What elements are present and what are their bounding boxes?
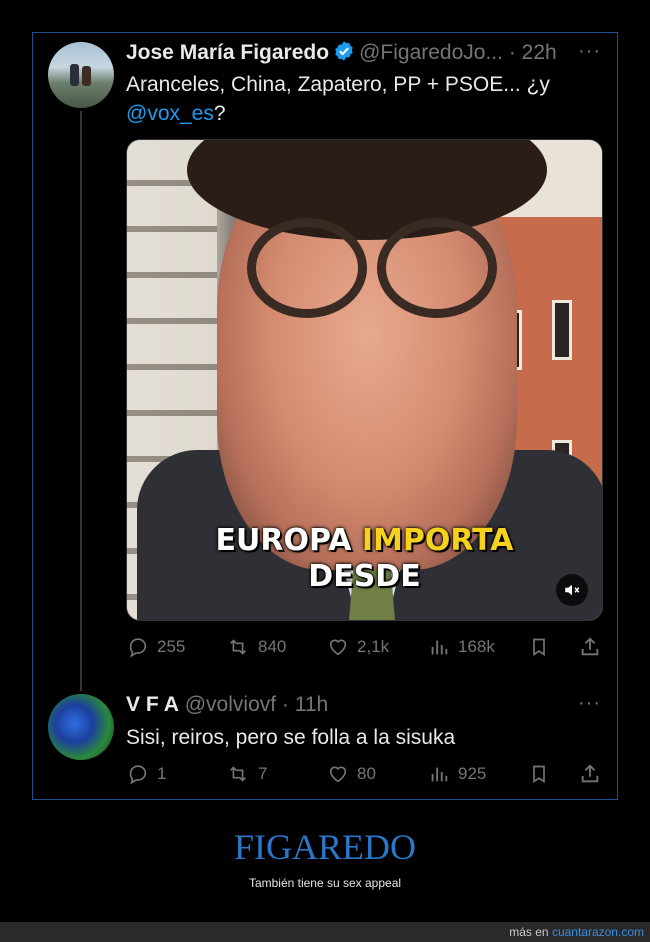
bookmark-icon[interactable] xyxy=(529,763,549,785)
post-subtitle: También tiene su sex appeal xyxy=(248,876,402,890)
views-chart-icon xyxy=(428,763,450,785)
retweet-count: 7 xyxy=(258,764,268,783)
building-window xyxy=(552,300,572,360)
views-button[interactable]: 925 xyxy=(428,763,486,785)
retweet-button[interactable]: 840 xyxy=(226,636,286,658)
heart-icon xyxy=(327,763,349,785)
tweet-text: Aranceles, China, Zapatero, PP + PSOE...… xyxy=(126,70,586,128)
reply-author-name[interactable]: V F A xyxy=(126,693,179,716)
reply-icon xyxy=(127,636,149,658)
source-link[interactable]: cuantarazon.com xyxy=(552,925,644,939)
reply-time[interactable]: · 11h xyxy=(282,693,328,716)
retweet-icon xyxy=(226,636,250,658)
like-count: 80 xyxy=(357,764,376,783)
tweet-text-end: ? xyxy=(213,102,226,125)
more-options-icon[interactable]: ··· xyxy=(578,40,601,63)
source-bar: más en cuantarazon.com xyxy=(0,922,650,942)
views-count: 925 xyxy=(458,764,487,783)
retweet-count: 840 xyxy=(258,637,287,656)
reply-header: V F A @volviovf · 11h xyxy=(126,693,328,717)
like-button[interactable]: 80 xyxy=(327,763,376,785)
avatar-figure xyxy=(70,64,79,86)
like-button[interactable]: 2,1k xyxy=(327,636,389,658)
reply-count: 1 xyxy=(157,764,167,783)
author-avatar[interactable] xyxy=(48,42,114,108)
thread-connector-line xyxy=(80,111,82,691)
video-person-hair xyxy=(187,140,547,240)
author-name[interactable]: Jose María Figaredo xyxy=(126,41,329,64)
source-attribution: más en cuantarazon.com xyxy=(509,925,644,939)
retweet-button[interactable]: 7 xyxy=(226,763,267,785)
verified-badge-icon xyxy=(333,40,355,68)
views-button[interactable]: 168k xyxy=(428,636,495,658)
views-chart-icon xyxy=(428,636,450,658)
tweet-header: Jose María Figaredo @FigaredoJo... · 22h xyxy=(126,40,557,68)
reply-text: Sisi, reiros, pero se folla a la sisuka xyxy=(126,726,456,749)
share-icon[interactable] xyxy=(579,636,601,658)
tweet-video[interactable]: EUROPA IMPORTA DESDE xyxy=(126,139,603,621)
caption-highlight-word: IMPORTA xyxy=(361,523,514,558)
bookmark-icon[interactable] xyxy=(529,636,549,658)
mute-icon[interactable] xyxy=(556,574,588,606)
reply-author-avatar[interactable] xyxy=(48,694,114,760)
author-handle[interactable]: @FigaredoJo... xyxy=(359,41,503,64)
video-person-face xyxy=(187,140,547,570)
video-caption-line1: EUROPA IMPORTA xyxy=(127,523,602,559)
more-options-icon[interactable]: ··· xyxy=(578,692,601,715)
like-count: 2,1k xyxy=(357,637,390,656)
glasses-lens xyxy=(377,218,497,318)
reply-author-handle[interactable]: @volviovf xyxy=(185,693,276,716)
reply-button[interactable]: 1 xyxy=(127,763,166,785)
heart-icon xyxy=(327,636,349,658)
mention-link[interactable]: @vox_es xyxy=(126,102,214,125)
post-title: FIGAREDO xyxy=(233,827,416,867)
views-count: 168k xyxy=(458,637,495,656)
retweet-icon xyxy=(226,763,250,785)
source-prefix: más en xyxy=(509,925,549,939)
video-caption-line2: DESDE xyxy=(308,559,421,594)
share-icon[interactable] xyxy=(579,763,601,785)
reply-button[interactable]: 255 xyxy=(127,636,185,658)
caption-word: EUROPA xyxy=(215,523,352,558)
tweet-time[interactable]: · 22h xyxy=(509,41,557,64)
reply-count: 255 xyxy=(157,637,186,656)
glasses-lens xyxy=(247,218,367,318)
tweet-text-body: Aranceles, China, Zapatero, PP + PSOE...… xyxy=(126,73,550,96)
avatar-figure xyxy=(82,66,91,86)
reply-icon xyxy=(127,763,149,785)
